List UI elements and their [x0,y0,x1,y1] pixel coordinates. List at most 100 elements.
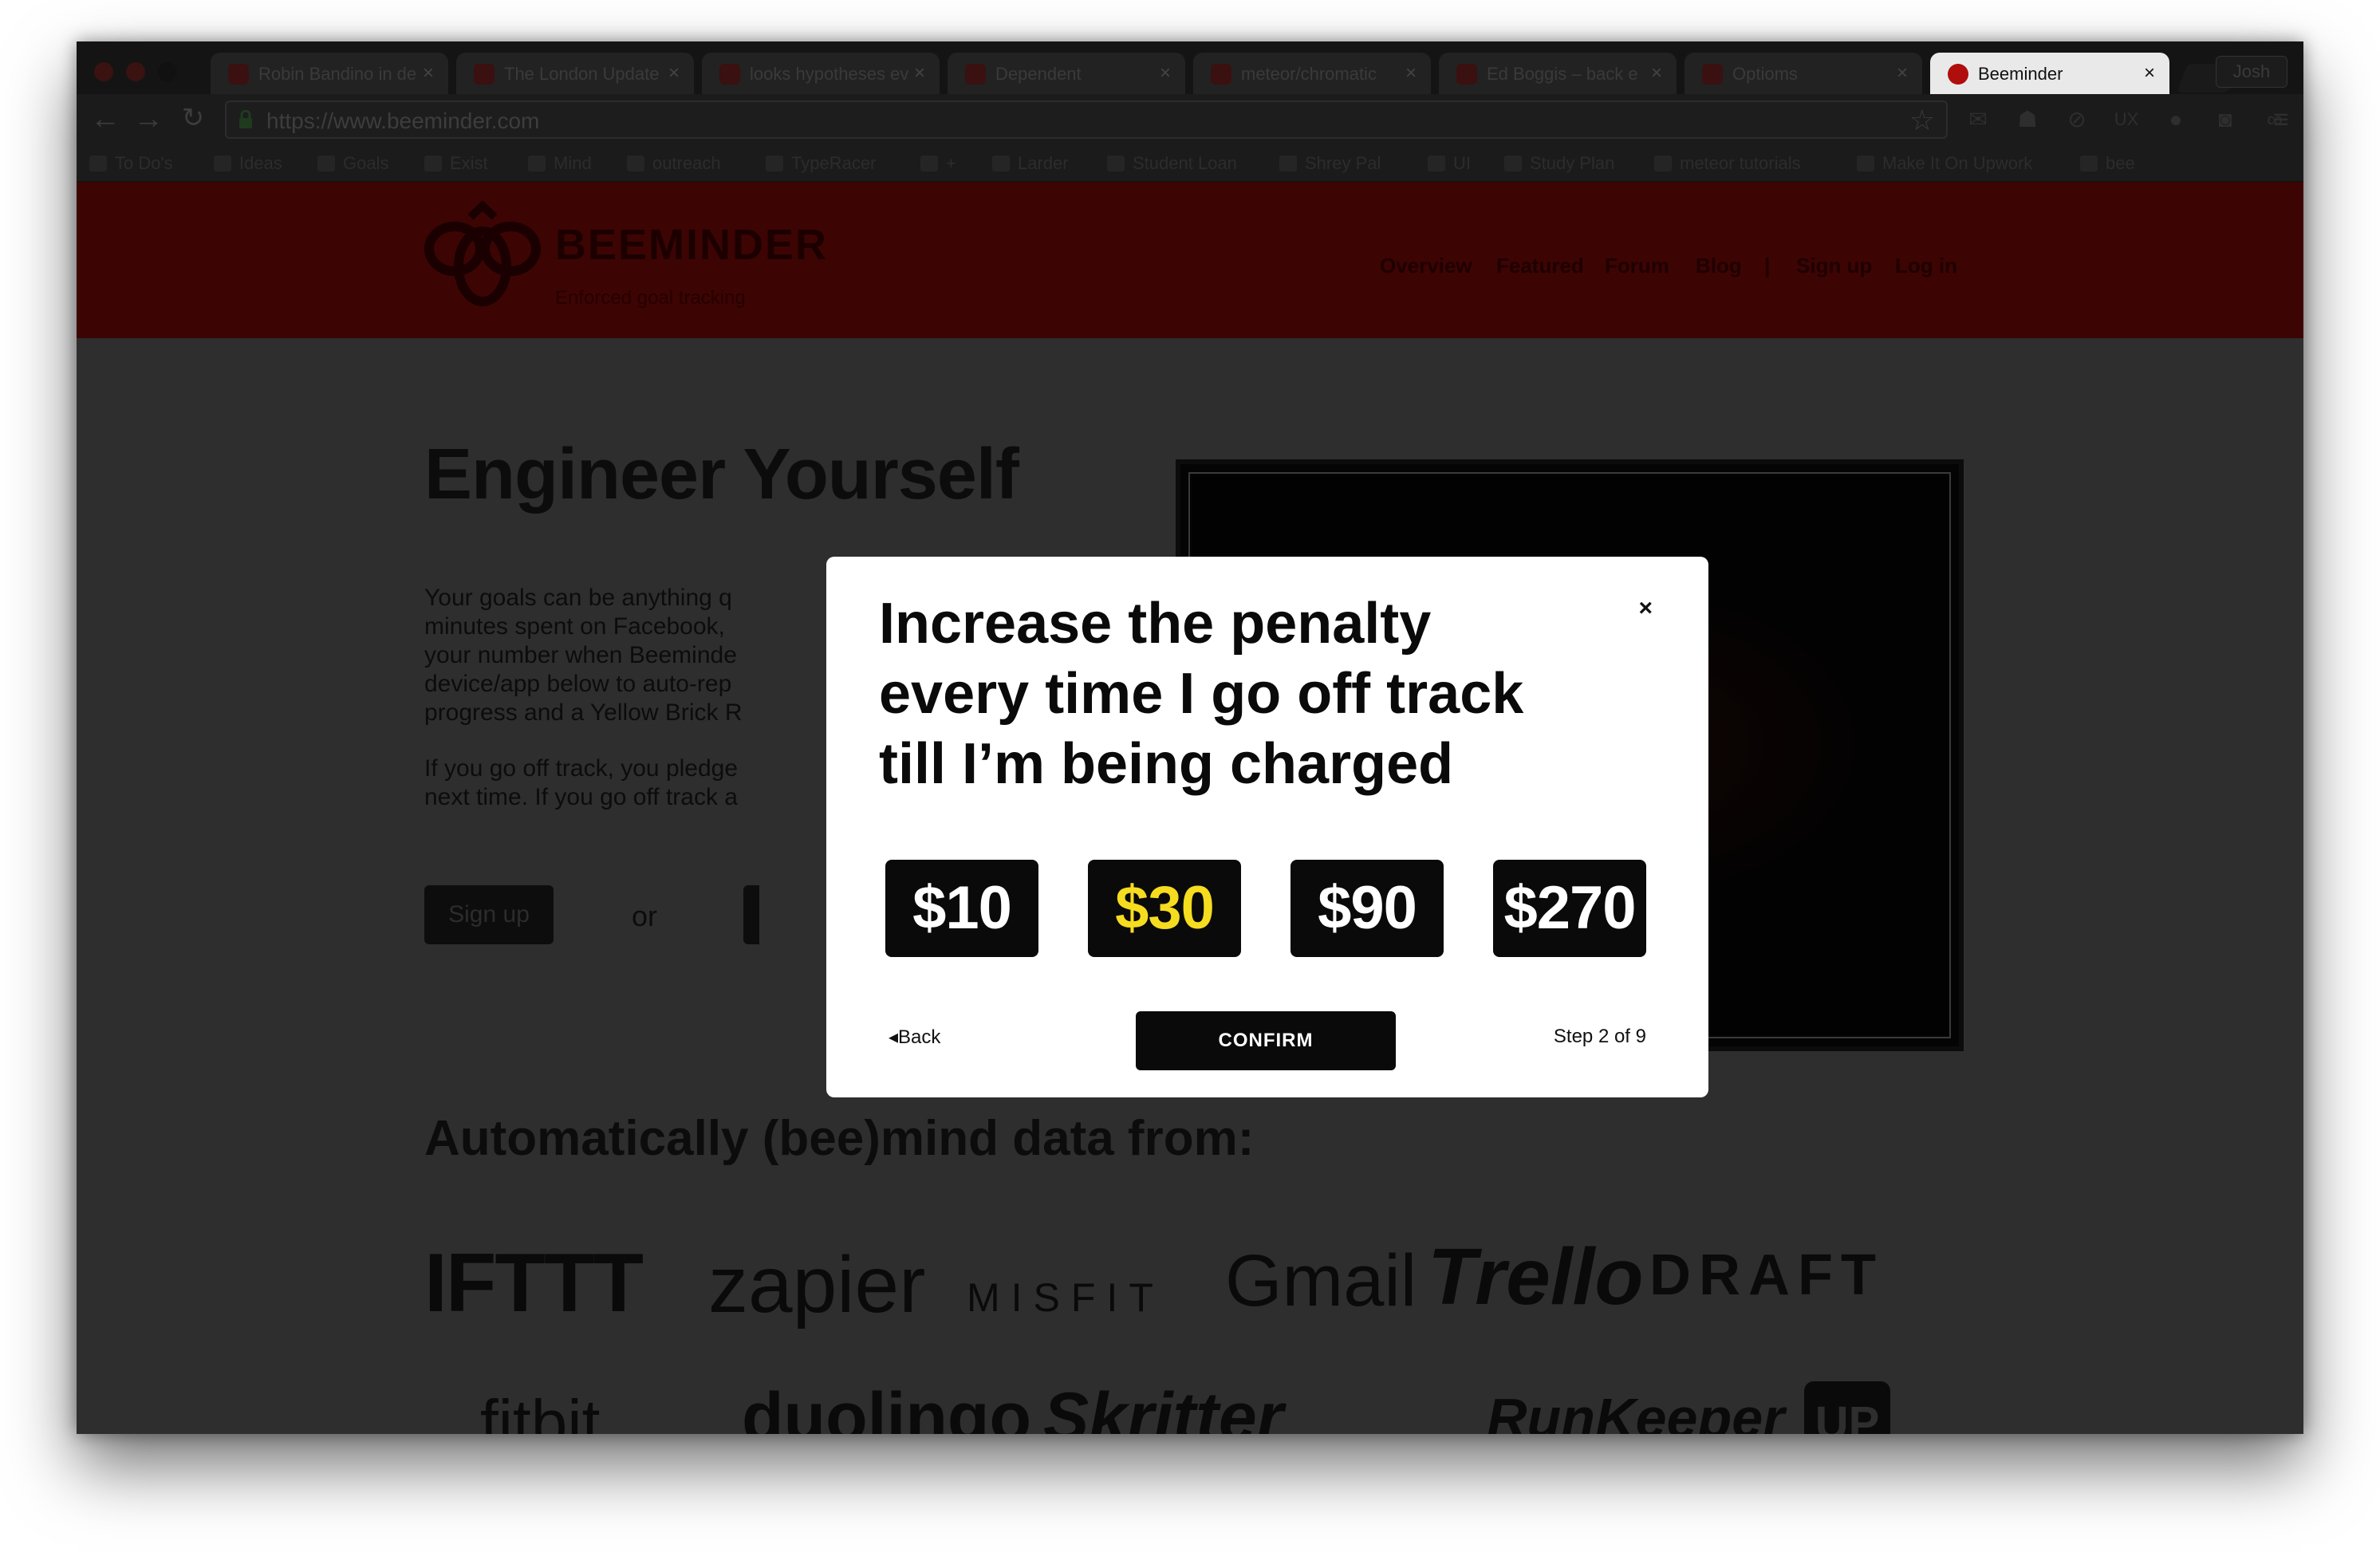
bookmark-item[interactable]: bee [2080,153,2135,174]
browser-tab[interactable]: Optioms × [1685,53,1922,94]
bookmark-item[interactable]: Ideas [214,153,282,174]
beeminder-favicon-icon [1948,64,1968,85]
reload-icon[interactable]: ↻ [175,102,211,134]
bookmark-item[interactable]: UI [1428,153,1471,174]
bookmark-icon [214,156,231,171]
bookmark-item[interactable]: Larder [992,153,1069,174]
forward-arrow-icon[interactable]: → [131,102,166,136]
tab-label: Optioms [1732,64,1798,84]
hero-paragraph: Your goals can be anything q minutes spe… [424,585,743,726]
close-window-button[interactable] [94,62,113,81]
nav-log-in[interactable]: Log in [1895,254,1957,278]
camera-extension-icon[interactable]: ◙ [2209,104,2241,136]
bookmark-item[interactable]: Study Plan [1504,153,1614,174]
zapier-logo[interactable]: zapier [708,1239,925,1331]
address-bar[interactable]: https://www.beeminder.com ☆ [225,100,1948,139]
folder-icon [627,156,644,171]
browser-tab[interactable]: meteor/chromatic × [1193,53,1431,94]
close-tab-icon[interactable]: × [1160,62,1171,85]
back-arrow-icon[interactable]: ← [88,102,123,136]
amount-option-270[interactable]: $270 [1493,860,1646,957]
ifttt-logo[interactable]: IFTTT [424,1236,644,1331]
site-logo-text[interactable]: BEEMINDER [555,220,828,270]
signup-button[interactable]: Sign up [424,885,554,944]
misfit-logo[interactable]: MISFIT [967,1274,1164,1321]
draft-logo[interactable]: DRAFT [1649,1243,1884,1308]
browser-tab[interactable]: Dependent × [948,53,1185,94]
browser-tab[interactable]: Ed Boggis – back e × [1439,53,1677,94]
close-tab-icon[interactable]: × [1405,62,1417,85]
tab-label: looks hypotheses ev [750,64,909,84]
close-tab-icon[interactable]: × [914,62,925,85]
bookmark-item[interactable]: Shrey Pal [1279,153,1381,174]
browser-tab-active[interactable]: Beeminder × [1930,53,2169,94]
amount-option-10[interactable]: $10 [885,860,1038,957]
duolingo-logo[interactable]: duolingo [742,1378,1031,1434]
close-tab-icon[interactable]: × [2144,62,2155,85]
close-tab-icon[interactable]: × [1897,62,1908,85]
block-extension-icon[interactable]: ⊘ [2061,104,2093,136]
skritter-logo[interactable]: Skritter [1043,1378,1283,1434]
bookmark-item[interactable]: meteor tutorials [1654,153,1801,174]
agent-extension-icon[interactable]: ☗ [2012,104,2043,136]
browser-tab[interactable]: The London Update × [456,53,694,94]
tab-label: Ed Boggis – back e [1487,64,1638,84]
bookmark-item[interactable]: Make It On Upwork [1857,153,2032,174]
folder-icon [2080,156,2098,171]
bookmark-item[interactable]: outreach [627,153,721,174]
bookmarks-bar: To Do's Ideas Goals Exist Mind outreach … [77,145,2303,182]
bookmark-item[interactable]: + [920,153,956,174]
tab-favicon-icon [1456,64,1477,85]
bookmark-item[interactable]: Mind [528,153,592,174]
tab-label: Robin Bandino in de [258,64,417,84]
tab-favicon-icon [474,64,495,85]
nav-sign-up[interactable]: Sign up [1796,254,1872,278]
tab-favicon-icon [1702,64,1723,85]
nav-overview[interactable]: Overview [1380,254,1472,278]
secondary-button[interactable] [743,885,759,944]
penalty-dialog: Increase the penalty every time I go off… [826,557,1708,1097]
hero-paragraph-2: If you go off track, you pledge next tim… [424,755,739,810]
bookmark-item[interactable]: To Do's [89,153,173,174]
profile-button[interactable]: Josh [2216,56,2287,88]
bookmark-item[interactable]: Student Loan [1107,153,1237,174]
site-header: BEEMINDER Enforced goal tracking Overvie… [77,182,2303,338]
trello-logo[interactable]: Trello [1428,1231,1643,1323]
nav-blog[interactable]: Blog [1696,254,1742,278]
bookmark-icon [317,156,335,171]
close-tab-icon[interactable]: × [668,62,680,85]
alien-extension-icon[interactable]: ● [2160,104,2192,136]
runkeeper-logo[interactable]: RunKeeper [1487,1386,1784,1434]
bookmark-icon [766,156,783,171]
menu-hamburger-icon[interactable]: ≡ [2265,104,2297,136]
nav-featured[interactable]: Featured [1496,254,1584,278]
gmail-logo[interactable]: Gmail [1225,1239,1417,1323]
back-link[interactable]: ◂Back [889,1026,940,1049]
tab-favicon-icon [719,64,740,85]
tab-favicon-icon [228,64,249,85]
nav-forum[interactable]: Forum [1605,254,1669,278]
bookmark-item[interactable]: TypeRacer [766,153,876,174]
browser-tab[interactable]: looks hypotheses ev × [702,53,940,94]
amount-option-30-selected[interactable]: $30 [1088,860,1241,957]
bookmark-star-icon[interactable]: ☆ [1909,104,1935,137]
tab-label: The London Update [504,64,660,84]
ux-extension-icon[interactable]: UX [2110,104,2142,136]
bookmark-item[interactable]: Goals [317,153,388,174]
close-icon[interactable]: × [1638,595,1653,622]
bookmark-icon [1504,156,1522,171]
bookmark-icon [89,156,107,171]
mail-extension-icon[interactable]: ✉ [1962,104,1994,136]
jawbone-up-logo[interactable]: UP [1804,1381,1890,1434]
close-tab-icon[interactable]: × [1651,62,1662,85]
amount-option-90[interactable]: $90 [1290,860,1444,957]
dialog-title: Increase the penalty every time I go off… [879,592,1524,796]
maximize-window-button[interactable] [158,62,177,81]
browser-window: Robin Bandino in de × The London Update … [77,41,2303,1434]
close-tab-icon[interactable]: × [423,62,434,85]
fitbit-logo[interactable]: fitbit [480,1386,600,1434]
minimize-window-button[interactable] [126,62,145,81]
bookmark-item[interactable]: Exist [424,153,488,174]
confirm-button[interactable]: CONFIRM [1136,1011,1396,1070]
browser-tab[interactable]: Robin Bandino in de × [211,53,448,94]
